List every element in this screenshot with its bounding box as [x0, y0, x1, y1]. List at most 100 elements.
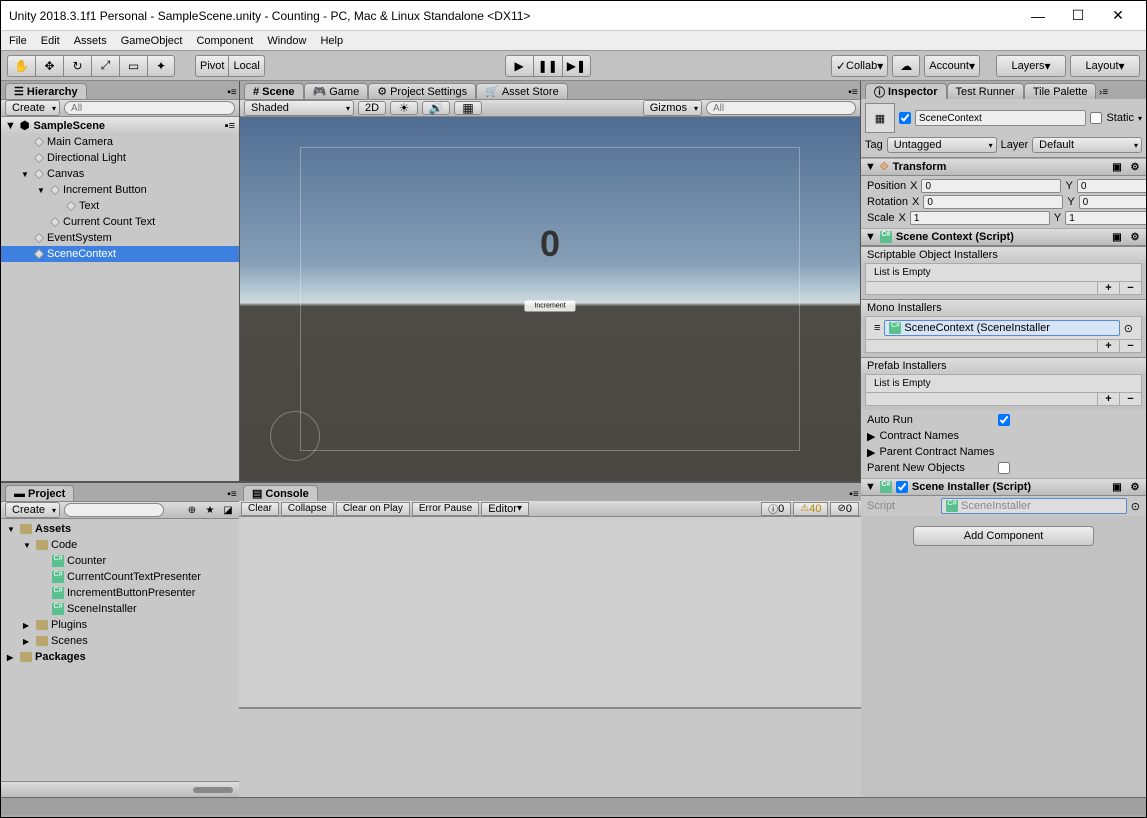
project-item[interactable]: C#SceneInstaller	[3, 601, 237, 617]
gameobject-icon[interactable]: ▦	[865, 103, 895, 133]
cloud-button[interactable]: ☁	[892, 55, 920, 77]
project-settings-tab[interactable]: ⚙ Project Settings	[368, 83, 476, 99]
static-checkbox[interactable]	[1090, 112, 1102, 124]
hierarchy-options-icon[interactable]: ▪≡	[225, 85, 239, 99]
minimize-button[interactable]: —	[1018, 1, 1058, 30]
shaded-dropdown[interactable]: Shaded	[244, 100, 354, 116]
hierarchy-item[interactable]: Directional Light	[1, 150, 239, 166]
rotation-x[interactable]	[923, 195, 1063, 209]
hierarchy-item[interactable]: SceneContext	[1, 246, 239, 262]
asset-store-tab[interactable]: 🛒 Asset Store	[476, 83, 568, 99]
console-info-count[interactable]: ⓘ0	[761, 502, 791, 516]
scene-tab[interactable]: # Scene	[244, 83, 304, 99]
play-button[interactable]: ▶	[505, 55, 533, 77]
console-error-pause[interactable]: Error Pause	[412, 502, 479, 516]
project-create-button[interactable]: Create	[5, 502, 60, 518]
pause-button[interactable]: ❚❚	[533, 55, 562, 77]
inspector-options-icon[interactable]: ›≡	[1096, 85, 1110, 99]
menu-window[interactable]: Window	[267, 35, 306, 47]
hierarchy-item[interactable]: Main Camera	[1, 134, 239, 150]
hierarchy-search[interactable]	[64, 101, 235, 115]
project-tab[interactable]: ▬ Project	[5, 485, 74, 501]
scene-context-header[interactable]: ▼ C# Scene Context (Script) ▣ ⚙	[861, 228, 1146, 246]
layer-dropdown[interactable]: Default	[1032, 137, 1142, 153]
console-options-icon[interactable]: ▪≡	[847, 487, 861, 501]
static-dropdown-icon[interactable]: ▾	[1138, 114, 1142, 123]
transform-tool[interactable]: ✦	[147, 55, 175, 77]
fx-icon[interactable]: ▦	[454, 101, 482, 115]
scene-root[interactable]: ▼ ⬢ SampleScene ▪≡	[1, 117, 239, 134]
tag-dropdown[interactable]: Untagged	[887, 137, 997, 153]
layout-button[interactable]: Layout ▾	[1070, 55, 1140, 77]
menu-gameobject[interactable]: GameObject	[121, 35, 183, 47]
menu-assets[interactable]: Assets	[74, 35, 107, 47]
project-options-icon[interactable]: ▪≡	[225, 487, 239, 501]
move-tool[interactable]: ✥	[35, 55, 63, 77]
project-item[interactable]: ▼Code	[3, 537, 237, 553]
project-item[interactable]: ▼Assets	[3, 521, 237, 537]
scene-search[interactable]	[706, 101, 856, 115]
object-picker-icon[interactable]: ⊙	[1124, 322, 1133, 335]
menu-file[interactable]: File	[9, 35, 27, 47]
drag-handle-icon[interactable]: ≡	[874, 322, 880, 334]
position-y[interactable]	[1077, 179, 1146, 193]
inspector-tab[interactable]: ⓘ Inspector	[865, 83, 947, 99]
project-slider[interactable]	[193, 787, 233, 793]
scene-installer-enabled[interactable]	[896, 481, 908, 493]
object-picker-icon[interactable]: ⊙	[1131, 500, 1140, 513]
scene-menu-icon[interactable]: ▪≡	[225, 120, 235, 132]
hierarchy-create-button[interactable]: Create	[5, 100, 60, 116]
component-menu-icon[interactable]: ⚙	[1128, 230, 1142, 244]
hierarchy-item[interactable]: ▼Canvas	[1, 166, 239, 182]
lighting-icon[interactable]: ☀	[390, 101, 418, 115]
scene-installer-header[interactable]: ▼ C# Scene Installer (Script) ▣ ⚙	[861, 478, 1146, 496]
menu-component[interactable]: Component	[196, 35, 253, 47]
add-component-button[interactable]: Add Component	[913, 526, 1095, 546]
scale-x[interactable]	[910, 211, 1050, 225]
transform-header[interactable]: ▼ ⟐ Transform ▣ ⚙	[861, 158, 1146, 176]
remove-item-icon[interactable]: −	[1119, 282, 1141, 294]
layers-button[interactable]: Layers ▾	[996, 55, 1066, 77]
hidden-icon[interactable]: ◪	[221, 503, 235, 517]
local-button[interactable]: Local	[228, 55, 264, 77]
hierarchy-tab[interactable]: ☰ Hierarchy	[5, 83, 87, 99]
component-help-icon[interactable]: ▣	[1110, 480, 1124, 494]
project-item[interactable]: ▶Packages	[3, 649, 237, 665]
console-warn-count[interactable]: ⚠40	[793, 502, 828, 516]
active-checkbox[interactable]	[899, 112, 911, 124]
account-button[interactable]: Account ▾	[924, 55, 980, 77]
component-menu-icon[interactable]: ⚙	[1128, 160, 1142, 174]
hierarchy-item[interactable]: Text	[1, 198, 239, 214]
component-help-icon[interactable]: ▣	[1110, 160, 1124, 174]
step-button[interactable]: ▶❚	[562, 55, 591, 77]
component-menu-icon[interactable]: ⚙	[1128, 480, 1142, 494]
console-collapse[interactable]: Collapse	[281, 502, 334, 516]
rotate-tool[interactable]: ↻	[63, 55, 91, 77]
console-clear-on-play[interactable]: Clear on Play	[336, 502, 410, 516]
star-icon[interactable]: ★	[203, 503, 217, 517]
parent-new-objects-checkbox[interactable]	[998, 462, 1010, 474]
position-x[interactable]	[921, 179, 1061, 193]
hand-tool[interactable]: ✋	[7, 55, 35, 77]
filter-icon[interactable]: ⊕	[185, 503, 199, 517]
add-item-icon[interactable]: +	[1097, 282, 1119, 294]
pivot-button[interactable]: Pivot	[195, 55, 228, 77]
console-tab[interactable]: ▤ Console	[243, 485, 318, 501]
chevron-right-icon[interactable]: ▶	[867, 446, 875, 459]
console-clear[interactable]: Clear	[241, 502, 279, 516]
hierarchy-item[interactable]: ▼Increment Button	[1, 182, 239, 198]
remove-item-icon[interactable]: −	[1119, 340, 1141, 352]
tile-palette-tab[interactable]: Tile Palette	[1024, 83, 1097, 99]
test-runner-tab[interactable]: Test Runner	[947, 83, 1024, 99]
project-item[interactable]: C#CurrentCountTextPresenter	[3, 569, 237, 585]
project-item[interactable]: C#Counter	[3, 553, 237, 569]
project-item[interactable]: ▶Plugins	[3, 617, 237, 633]
hierarchy-item[interactable]: Current Count Text	[1, 214, 239, 230]
console-error-count[interactable]: ⊘0	[830, 502, 859, 516]
add-item-icon[interactable]: +	[1097, 393, 1119, 405]
scale-tool[interactable]: ⤢	[91, 55, 119, 77]
maximize-button[interactable]: ☐	[1058, 1, 1098, 30]
rect-tool[interactable]: ▭	[119, 55, 147, 77]
mono-installer-field[interactable]: C#SceneContext (SceneInstaller	[884, 320, 1119, 336]
chevron-right-icon[interactable]: ▶	[867, 430, 875, 443]
